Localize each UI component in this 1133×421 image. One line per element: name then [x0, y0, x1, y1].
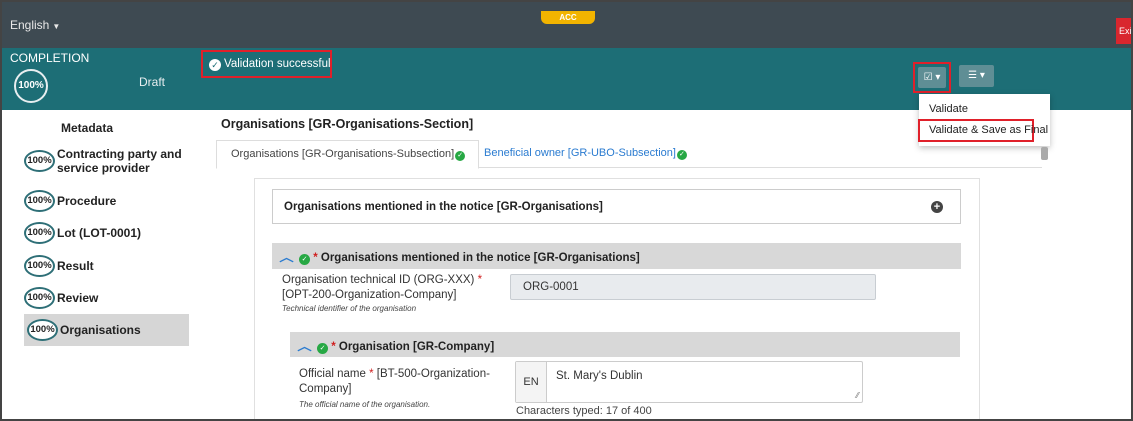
check-circle-icon: ✓: [317, 343, 328, 354]
field-hint: Technical identifier of the organisation: [282, 304, 417, 313]
check-circle-icon: ✓: [455, 151, 466, 161]
settings-menu-button[interactable]: ☰ ▾: [959, 65, 994, 87]
group-title: Organisations mentioned in the notice [G…: [284, 201, 603, 213]
progress-badge: 100%: [24, 222, 55, 244]
exit-button[interactable]: Exit: [1116, 18, 1131, 44]
top-bar: English ▼ ACC Exit: [2, 2, 1131, 48]
sidebar-item-review[interactable]: 100% Review: [24, 287, 98, 309]
completion-progress-circle: 100%: [14, 69, 48, 103]
progress-badge: 100%: [24, 255, 55, 277]
app-window: English ▼ ACC Exit COMPLETION 100% Draft …: [0, 0, 1133, 421]
validate-menu-button-highlight: ☑ ▾: [913, 62, 951, 93]
field-label: Official name: [299, 368, 366, 380]
resize-handle-icon[interactable]: ⁄⁄: [856, 391, 859, 400]
required-marker: *: [331, 341, 336, 353]
validation-message: ✓ Validation successful: [201, 50, 332, 78]
tab-organisations[interactable]: Organisations [GR-Organisations-Subsecti…: [216, 140, 480, 169]
sidebar-item-lot[interactable]: 100% Lot (LOT-0001): [24, 222, 141, 244]
language-selector[interactable]: English ▼: [10, 18, 60, 32]
check-circle-icon: ✓: [209, 59, 221, 71]
check-square-icon: ☑: [923, 72, 933, 83]
group-title: Organisations mentioned in the notice [G…: [320, 252, 640, 264]
character-count: Characters typed: 17 of 400: [516, 405, 652, 417]
progress-badge: 100%: [24, 150, 55, 172]
sidebar-item-contracting-party[interactable]: 100% Contracting party and service provi…: [24, 147, 187, 175]
sidebar-item-organisations[interactable]: 100% Organisations: [24, 314, 189, 346]
progress-badge: 100%: [27, 319, 58, 341]
menu-item-validate[interactable]: Validate: [929, 103, 968, 115]
tab-label: Organisations [GR-Organisations-Subsecti…: [231, 148, 455, 160]
language-label: English: [10, 18, 50, 32]
caret-down-icon: ▼: [52, 22, 61, 31]
tab-label: Beneficial owner [GR-UBO-Subsection]: [484, 147, 676, 159]
validate-menu-button[interactable]: ☑ ▾: [918, 67, 946, 88]
environment-badge: ACC: [541, 11, 595, 24]
sidebar-heading-metadata[interactable]: Metadata: [61, 121, 113, 135]
org-id-input[interactable]: ORG-0001: [510, 274, 876, 300]
notice-state: Draft: [139, 75, 166, 89]
group-header-organisations[interactable]: ︿ ✓ * Organisations mentioned in the noti…: [272, 243, 961, 269]
group-title: Organisation [GR-Company]: [338, 341, 495, 353]
field-code: [OPT-200-Organization-Company]: [282, 289, 457, 301]
sidebar-item-procedure[interactable]: 100% Procedure: [24, 190, 116, 212]
sidebar-item-label: Lot (LOT-0001): [57, 226, 142, 240]
tab-bar: Organisations [GR-Organisations-Subsecti…: [216, 138, 1042, 169]
sidebar-item-label: Contracting party and service provider: [57, 147, 182, 175]
page-title: Organisations [GR-Organisations-Section]: [221, 117, 474, 131]
org-id-label-block: Organisation technical ID (ORG-XXX) * [O…: [282, 273, 502, 315]
caret-down-icon: ▾: [979, 70, 985, 81]
progress-badge: 100%: [24, 190, 55, 212]
required-marker: *: [313, 252, 318, 264]
caret-down-icon: ▾: [935, 72, 941, 83]
sliders-icon: ☰: [968, 70, 978, 81]
sidebar-item-label: Result: [57, 259, 94, 273]
scrollbar-thumb[interactable]: [1041, 147, 1048, 160]
field-hint: The official name of the organisation.: [299, 400, 431, 409]
sidebar-item-label: Review: [57, 291, 99, 305]
progress-badge: 100%: [24, 287, 55, 309]
language-tag: EN: [516, 362, 547, 402]
official-name-input[interactable]: St. Mary's Dublin: [556, 370, 643, 382]
official-name-field: EN St. Mary's Dublin ⁄⁄: [515, 361, 863, 403]
sidebar-item-label: Procedure: [57, 194, 117, 208]
completion-label: COMPLETION: [10, 51, 90, 65]
plus-circle-icon[interactable]: +: [931, 201, 943, 213]
chevron-up-icon[interactable]: ︿: [279, 249, 293, 265]
check-circle-icon: ✓: [676, 150, 687, 160]
required-marker: *: [477, 274, 483, 286]
sidebar-item-result[interactable]: 100% Result: [24, 255, 94, 277]
group-header-company[interactable]: ︿ ✓ * Organisation [GR-Company]: [290, 332, 960, 357]
tab-beneficial-owner[interactable]: Beneficial owner [GR-UBO-Subsection] ✓: [484, 147, 687, 160]
validation-text: Validation successful: [224, 58, 331, 70]
chevron-up-icon[interactable]: ︿: [297, 338, 311, 354]
collapsed-group-organisations: Organisations mentioned in the notice [G…: [272, 189, 961, 224]
sidebar-item-label: Organisations: [60, 323, 141, 337]
field-label: Organisation technical ID (ORG-XXX): [282, 274, 475, 286]
check-circle-icon: ✓: [299, 254, 310, 265]
official-name-label-block: Official name * [BT-500-Organization-Com…: [299, 367, 504, 411]
